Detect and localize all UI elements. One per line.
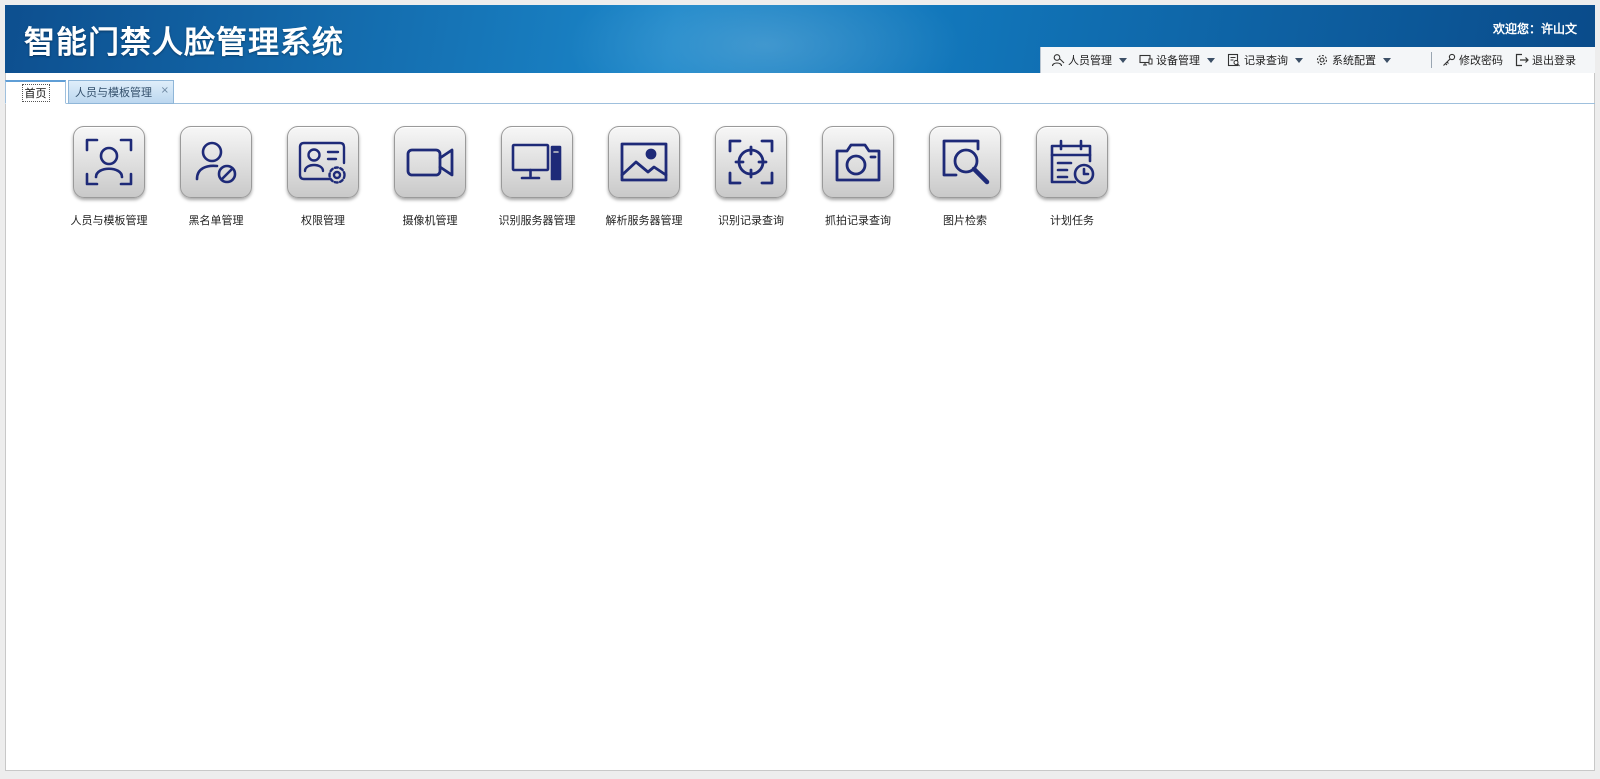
gear-icon	[1315, 53, 1329, 67]
app-tile-box	[715, 126, 787, 198]
camera-icon	[835, 143, 881, 182]
menu-settings-label: 系统配置	[1332, 54, 1376, 67]
menu-devices-label: 设备管理	[1156, 54, 1200, 67]
change-password-label: 修改密码	[1459, 54, 1503, 67]
app-image-search[interactable]: 图片检索	[912, 126, 1018, 228]
image-icon	[620, 142, 668, 182]
chevron-down-icon	[1383, 57, 1391, 63]
chevron-down-icon	[1207, 57, 1215, 63]
image-search-icon	[942, 139, 990, 185]
app-label: 识别服务器管理	[498, 214, 576, 227]
app-tile-box	[501, 126, 573, 198]
app-label: 摄像机管理	[402, 214, 458, 227]
app-tile-box	[73, 126, 145, 198]
menu-people-label: 人员管理	[1068, 54, 1112, 67]
menu-bar: 人员管理 设备管理 记录查询 系统配置 修改密码 退出登录	[1040, 47, 1595, 73]
app-cameras[interactable]: 摄像机管理	[377, 126, 483, 228]
menu-settings[interactable]: 系统配置	[1309, 48, 1397, 72]
menu-devices[interactable]: 设备管理	[1133, 48, 1221, 72]
app-grid: 人员与模板管理 黑名单管理 权限管理 摄像机管理 识别服务器管理 解析服务器管理…	[56, 126, 1126, 228]
app-recognition-servers[interactable]: 识别服务器管理	[484, 126, 590, 228]
menu-people[interactable]: 人员管理	[1041, 48, 1133, 72]
close-icon[interactable]: ×	[161, 85, 169, 96]
change-password-button[interactable]: 修改密码	[1436, 48, 1509, 72]
menu-divider	[1431, 52, 1432, 68]
app-label: 抓拍记录查询	[825, 214, 891, 227]
app-label: 人员与模板管理	[70, 214, 148, 227]
app-tile-box	[608, 126, 680, 198]
device-icon	[1139, 53, 1153, 67]
tab-people-label: 人员与模板管理	[75, 86, 152, 99]
focus-target-icon	[728, 139, 774, 185]
user-icon	[1051, 53, 1065, 67]
app-people-templates[interactable]: 人员与模板管理	[56, 126, 162, 228]
video-camera-icon	[406, 148, 454, 177]
calendar-clock-icon	[1050, 139, 1095, 185]
app-permissions[interactable]: 权限管理	[270, 126, 376, 228]
chevron-down-icon	[1295, 57, 1303, 63]
tab-people-templates[interactable]: 人员与模板管理 ×	[68, 80, 174, 104]
app-label: 权限管理	[301, 214, 345, 227]
chevron-down-icon	[1119, 57, 1127, 63]
app-recognition-records[interactable]: 识别记录查询	[698, 126, 804, 228]
app-label: 黑名单管理	[188, 214, 244, 227]
main-frame	[5, 5, 1595, 771]
app-scheduled-tasks[interactable]: 计划任务	[1019, 126, 1125, 228]
computer-icon	[511, 143, 562, 181]
key-icon	[1442, 53, 1456, 67]
app-capture-records[interactable]: 抓拍记录查询	[805, 126, 911, 228]
app-label: 识别记录查询	[718, 214, 784, 227]
user-blocked-icon	[195, 141, 237, 184]
tab-home[interactable]: 首页	[5, 80, 66, 104]
id-card-gear-icon	[298, 141, 346, 184]
record-icon	[1227, 53, 1241, 67]
tab-home-label: 首页	[21, 83, 50, 102]
app-tile-box	[929, 126, 1001, 198]
app-tile-box	[822, 126, 894, 198]
app-tile-box	[180, 126, 252, 198]
app-analysis-servers[interactable]: 解析服务器管理	[591, 126, 697, 228]
app-blacklist[interactable]: 黑名单管理	[163, 126, 269, 228]
menu-records-label: 记录查询	[1244, 54, 1288, 67]
face-frame-icon	[85, 138, 133, 186]
menu-records[interactable]: 记录查询	[1221, 48, 1309, 72]
logout-icon	[1515, 53, 1529, 67]
app-label: 计划任务	[1050, 214, 1094, 227]
app-tile-box	[287, 126, 359, 198]
app-title: 智能门禁人脸管理系统	[24, 25, 344, 61]
app-tile-box	[1036, 126, 1108, 198]
welcome-text: 欢迎您：许山文	[1492, 22, 1577, 36]
logout-label: 退出登录	[1532, 54, 1576, 67]
app-label: 解析服务器管理	[605, 214, 683, 227]
tab-bar: 首页 人员与模板管理 ×	[5, 73, 1595, 104]
app-label: 图片检索	[943, 214, 987, 227]
logout-button[interactable]: 退出登录	[1509, 48, 1582, 72]
app-tile-box	[394, 126, 466, 198]
